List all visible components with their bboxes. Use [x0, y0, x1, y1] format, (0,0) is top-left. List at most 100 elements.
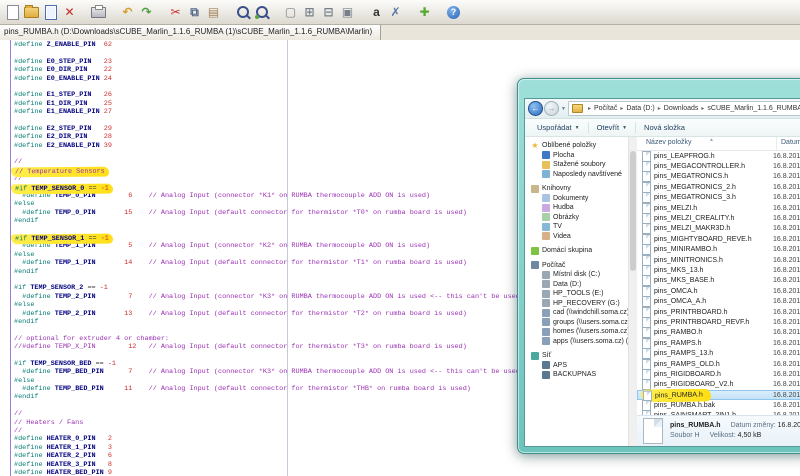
- new-file-icon[interactable]: [3, 3, 22, 22]
- file-row[interactable]: pins_MELZI_CREALITY.h16.8.2018 13:57: [637, 213, 800, 223]
- nav-history-dropdown-icon[interactable]: ▼: [561, 106, 566, 112]
- file-row[interactable]: pins_MEGACONTROLLER.h16.8.2018 13:57: [637, 161, 800, 171]
- settings-icon[interactable]: ✗: [386, 3, 405, 22]
- column-header-date[interactable]: Datum změny: [777, 137, 800, 150]
- file-row[interactable]: pins_MELZI_MAKR3D.h16.8.2018 13:57: [637, 224, 800, 234]
- paste-icon[interactable]: ▤: [204, 3, 223, 22]
- sidebar-item-label: Plocha: [553, 152, 574, 159]
- save-file-icon[interactable]: [41, 3, 60, 22]
- column-header-name[interactable]: Název položky ▲: [637, 137, 777, 150]
- sidebar-item[interactable]: TV: [525, 222, 628, 232]
- open-button[interactable]: Otevřít▼: [591, 121, 633, 134]
- file-tab[interactable]: pins_RUMBA.h (D:\Downloads\sCUBE_Marlin_…: [0, 25, 381, 40]
- new-folder-button[interactable]: Nová složka: [638, 121, 691, 134]
- find-in-files-icon[interactable]: [252, 3, 271, 22]
- file-row[interactable]: pins_RUMBA.h.bak16.8.2018 13:57: [637, 400, 800, 410]
- file-row[interactable]: pins_MELZI.h16.8.2018 13:57: [637, 203, 800, 213]
- copy-icon[interactable]: ⧉: [185, 3, 204, 22]
- sidebar-item[interactable]: BACKUPNAS: [525, 370, 628, 380]
- file-icon: [642, 286, 651, 297]
- sidebar-item[interactable]: Videa: [525, 232, 628, 242]
- cascade-windows-icon[interactable]: ⊟: [319, 3, 338, 22]
- file-icon: [642, 171, 651, 182]
- file-row[interactable]: pins_MEGATRONICS.h16.8.2018 13:57: [637, 172, 800, 182]
- gutter-line: [10, 40, 11, 476]
- sidebar-item[interactable]: groups (\\users.soma.cz): [525, 318, 628, 328]
- sidebar-item-label: homes (\\users.soma.cz): [553, 328, 628, 335]
- find-icon[interactable]: [233, 3, 252, 22]
- breadcrumb-item[interactable]: Počítač: [594, 105, 617, 112]
- file-row[interactable]: pins_MKS_BASE.h16.8.2018 13:57: [637, 276, 800, 286]
- redo-icon[interactable]: ↷: [137, 3, 156, 22]
- file-row[interactable]: pins_MINITRONICS.h16.8.2018 13:57: [637, 255, 800, 265]
- file-name: pins_RUMBA.h: [655, 391, 703, 399]
- file-row[interactable]: pins_MEGATRONICS_2.h16.8.2018 13:57: [637, 182, 800, 192]
- sidebar-item[interactable]: Obrázky: [525, 213, 628, 223]
- file-row[interactable]: pins_RIGIDBOARD.h16.8.2018 13:57: [637, 369, 800, 379]
- sidebar-item[interactable]: HP_TOOLS (E:): [525, 289, 628, 299]
- file-date: 16.8.2018 13:57: [769, 298, 800, 305]
- sidebar-item[interactable]: Data (D:): [525, 280, 628, 290]
- sidebar-item-label: APS: [553, 362, 567, 369]
- sidebar-item[interactable]: homes (\\users.soma.cz): [525, 327, 628, 337]
- sidebar-item[interactable]: Domácí skupina: [525, 246, 628, 256]
- sidebar-scrollbar[interactable]: [628, 137, 637, 446]
- file-name: pins_MINITRONICS.h: [654, 257, 723, 264]
- sidebar-item[interactable]: Síť: [525, 351, 628, 361]
- forward-button[interactable]: →: [544, 101, 559, 116]
- sidebar-item[interactable]: ★Oblíbené položky: [525, 141, 628, 151]
- file-row[interactable]: pins_RAMPS_13.h16.8.2018 13:57: [637, 348, 800, 358]
- sidebar-item[interactable]: Místní disk (C:): [525, 270, 628, 280]
- sidebar-item[interactable]: Plocha: [525, 151, 628, 161]
- file-row[interactable]: pins_LEAPFROG.h16.8.2018 13:57: [637, 151, 800, 161]
- print-icon[interactable]: [89, 3, 108, 22]
- file-icon-large: [643, 418, 663, 444]
- breadcrumb-item[interactable]: Downloads: [664, 105, 699, 112]
- back-button[interactable]: ←: [528, 101, 543, 116]
- breadcrumb[interactable]: ▸Počítač▸Data (D:)▸Downloads▸sCUBE_Marli…: [568, 101, 800, 116]
- file-row[interactable]: pins_RAMBO.h16.8.2018 13:57: [637, 328, 800, 338]
- sidebar-item-label: BACKUPNAS: [553, 371, 596, 378]
- sidebar-item[interactable]: Knihovny: [525, 184, 628, 194]
- organize-button[interactable]: Uspořádat▼: [531, 121, 586, 134]
- sidebar-item[interactable]: Stažené soubory: [525, 160, 628, 170]
- file-row[interactable]: pins_PRINTRBOARD_REVF.h16.8.2018 13:57: [637, 317, 800, 327]
- file-row[interactable]: pins_MKS_13.h16.8.2018 13:57: [637, 265, 800, 275]
- file-row[interactable]: pins_OMCA.h16.8.2018 13:57: [637, 286, 800, 296]
- sidebar-item[interactable]: APS: [525, 361, 628, 371]
- file-row[interactable]: pins_RAMPS.h16.8.2018 13:57: [637, 338, 800, 348]
- file-row[interactable]: pins_SAINSMART_2IN1.h16.8.2018 13:57: [637, 411, 800, 415]
- breadcrumb-item[interactable]: Data (D:): [626, 105, 654, 112]
- new-window-icon[interactable]: ▢: [281, 3, 300, 22]
- undo-icon[interactable]: ↶: [118, 3, 137, 22]
- sidebar-item[interactable]: cad (\\windchill.soma.cz): [525, 308, 628, 318]
- file-date: 16.8.2018 13:57: [769, 173, 800, 180]
- help-icon[interactable]: ?: [444, 3, 463, 22]
- plugins-icon[interactable]: ✚: [415, 3, 434, 22]
- sidebar-item[interactable]: Naposledy navštívené: [525, 170, 628, 180]
- file-date: 16.8.2018 13:57: [769, 319, 800, 326]
- spell-check-icon[interactable]: a: [367, 3, 386, 22]
- sidebar-item[interactable]: Hudba: [525, 203, 628, 213]
- file-row[interactable]: pins_MINIRAMBO.h16.8.2018 13:57: [637, 245, 800, 255]
- tile-windows-icon[interactable]: ▣: [338, 3, 357, 22]
- split-window-icon[interactable]: ⊞: [300, 3, 319, 22]
- code-line: #define E0_STEP_PIN 23: [14, 58, 800, 66]
- file-row[interactable]: pins_PRINTRBOARD.h16.8.2018 13:57: [637, 307, 800, 317]
- file-row[interactable]: pins_MEGATRONICS_3.h16.8.2018 13:57: [637, 193, 800, 203]
- scrollbar-thumb[interactable]: [630, 151, 636, 271]
- sidebar-item[interactable]: Dokumenty: [525, 194, 628, 204]
- file-row[interactable]: pins_MIGHTYBOARD_REVE.h16.8.2018 13:57: [637, 234, 800, 244]
- cut-icon[interactable]: ✂: [166, 3, 185, 22]
- file-row[interactable]: pins_OMCA_A.h16.8.2018 13:57: [637, 296, 800, 306]
- details-filename: pins_RUMBA.h: [670, 421, 721, 431]
- sidebar-item[interactable]: HP_RECOVERY (G:): [525, 299, 628, 309]
- open-file-icon[interactable]: [22, 3, 41, 22]
- sidebar-item[interactable]: Počítač: [525, 261, 628, 271]
- sidebar-item-label: Oblíbené položky: [542, 142, 596, 149]
- file-row[interactable]: pins_RAMPS_OLD.h16.8.2018 13:57: [637, 359, 800, 369]
- sidebar-item[interactable]: apps (\\users.soma.cz) (Z: [525, 337, 628, 347]
- breadcrumb-item[interactable]: sCUBE_Marlin_1.1.6_RUMBA (1): [707, 105, 800, 112]
- close-file-icon[interactable]: ✕: [60, 3, 79, 22]
- file-row[interactable]: pins_RUMBA.h16.8.2018 13:57: [637, 390, 800, 400]
